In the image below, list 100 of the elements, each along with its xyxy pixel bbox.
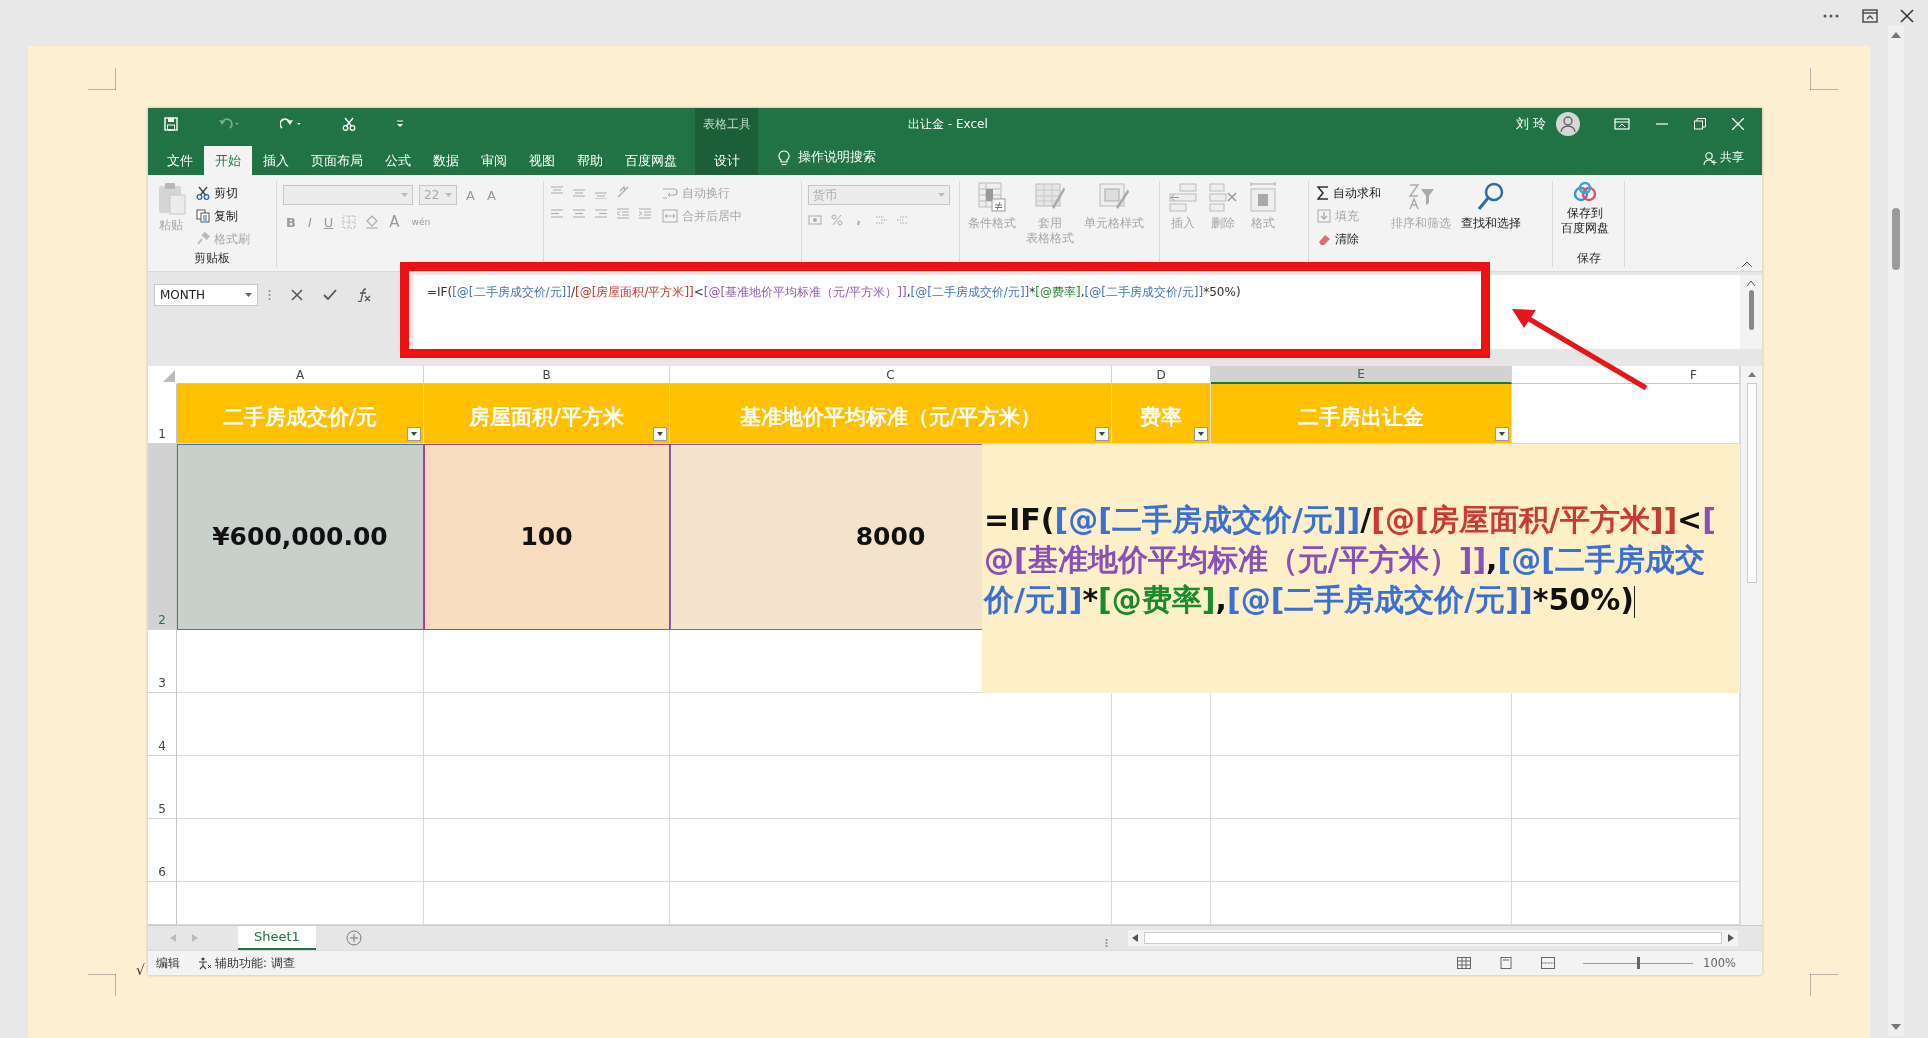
left-arrow-icon[interactable] xyxy=(1132,934,1138,942)
format-cells-icon xyxy=(1248,181,1278,213)
ribbon-button[interactable]: 剪切 xyxy=(194,183,252,203)
scrollbar[interactable] xyxy=(1888,26,1904,1036)
search-field[interactable]: 操作说明搜索 xyxy=(798,149,876,166)
scroll-thumb[interactable] xyxy=(1748,290,1754,330)
crop-mark xyxy=(1810,68,1838,90)
window-mode-icon[interactable] xyxy=(1862,9,1878,23)
ribbon-button[interactable]: 保存到 百度网盘 xyxy=(1559,181,1611,251)
scrollbar[interactable] xyxy=(1740,366,1762,925)
filter-button[interactable] xyxy=(1495,427,1509,441)
scissors-icon[interactable] xyxy=(342,117,356,131)
collapse-icon[interactable] xyxy=(1742,261,1752,267)
ribbon-display-icon[interactable] xyxy=(1614,118,1630,130)
status-text[interactable]: 辅助功能: 调查 xyxy=(215,955,295,971)
row-header[interactable]: 4 xyxy=(148,693,177,756)
column-header[interactable]: B xyxy=(424,366,670,384)
row-header[interactable]: 6 xyxy=(148,819,177,882)
column-header[interactable]: F xyxy=(1512,366,1740,384)
add-sheet-icon[interactable] xyxy=(345,930,362,946)
paint-bucket-icon[interactable] xyxy=(364,215,381,229)
redo-icon[interactable] xyxy=(280,117,302,131)
column-header[interactable]: E xyxy=(1211,366,1512,384)
ribbon-button[interactable]: 查找和选择 xyxy=(1459,181,1523,251)
column-header[interactable]: D xyxy=(1112,366,1211,384)
scissors-icon xyxy=(196,186,210,200)
name-box[interactable]: MONTH xyxy=(154,284,258,306)
ribbon-tab[interactable]: 百度网盘 xyxy=(614,146,688,175)
ribbon-button[interactable]: 清除 xyxy=(1315,229,1383,249)
customize-caret-icon[interactable] xyxy=(396,120,404,128)
ribbon-tab[interactable]: 开始 xyxy=(204,146,252,175)
page-layout-icon[interactable] xyxy=(1499,957,1514,969)
align-icon[interactable] xyxy=(572,207,588,221)
sheet-tab[interactable]: Sheet1 xyxy=(238,926,316,950)
crop-mark xyxy=(88,68,116,90)
font-name-field[interactable] xyxy=(283,185,413,205)
slider-thumb[interactable] xyxy=(1637,957,1641,969)
save-icon[interactable] xyxy=(164,117,178,131)
column-header[interactable]: C xyxy=(670,366,1112,384)
down-arrow-box-icon xyxy=(1317,209,1331,223)
row-header[interactable]: 1 xyxy=(148,384,177,444)
page-break-icon[interactable] xyxy=(1541,957,1556,969)
share-button[interactable]: 共享 xyxy=(1703,140,1744,175)
align-icon[interactable] xyxy=(594,207,610,221)
up-arrow-icon[interactable] xyxy=(1891,32,1901,38)
window-title: 出让金 - Excel xyxy=(908,115,988,133)
row-header[interactable]: 5 xyxy=(148,756,177,819)
normal-view-icon[interactable] xyxy=(1457,957,1472,969)
ribbon-tab[interactable]: 审阅 xyxy=(470,146,518,175)
eraser-icon xyxy=(1317,232,1331,246)
ribbon-button[interactable]: 复制 xyxy=(194,206,252,226)
scrollbar[interactable] xyxy=(1740,275,1762,349)
zoom-level[interactable]: 100% xyxy=(1703,956,1736,970)
undo-icon[interactable] xyxy=(218,117,240,131)
filter-button[interactable] xyxy=(653,427,667,441)
accessibility-icon[interactable] xyxy=(198,956,212,970)
scroll-thumb[interactable] xyxy=(1746,383,1757,583)
scroll-thumb[interactable] xyxy=(1892,208,1900,270)
more-icon[interactable] xyxy=(1822,13,1840,19)
row-header[interactable]: 3 xyxy=(148,630,177,693)
close-icon[interactable] xyxy=(1900,9,1914,23)
column-header[interactable]: A xyxy=(177,366,424,384)
person-icon xyxy=(1703,150,1717,165)
ribbon-tab[interactable]: 视图 xyxy=(518,146,566,175)
cancel-icon[interactable] xyxy=(291,289,303,301)
copy-icon xyxy=(196,209,210,223)
scrollbar[interactable] xyxy=(1128,930,1738,946)
align-icon[interactable] xyxy=(550,207,566,221)
group-label: 剪贴板 xyxy=(194,251,230,265)
avatar-icon[interactable] xyxy=(1556,112,1580,136)
search-icon xyxy=(1476,181,1506,213)
filter-button[interactable] xyxy=(407,427,421,441)
up-arrow-icon[interactable] xyxy=(1747,372,1756,377)
row-header[interactable]: 2 xyxy=(148,444,177,630)
conditional-format-icon xyxy=(977,181,1007,213)
insert-cells-icon xyxy=(1168,181,1198,213)
check-icon[interactable] xyxy=(323,289,337,301)
lightbulb-icon[interactable] xyxy=(778,149,790,166)
brush-icon xyxy=(196,232,210,246)
ribbon-tab[interactable]: 数据 xyxy=(422,146,470,175)
scroll-thumb[interactable] xyxy=(1144,932,1722,944)
ribbon-tab[interactable]: 设计 xyxy=(695,140,758,175)
caret-icon xyxy=(938,193,945,197)
ribbon-tab[interactable]: 文件 xyxy=(156,146,204,175)
ribbon-tab[interactable]: 插入 xyxy=(252,146,300,175)
down-arrow-icon[interactable] xyxy=(1891,1024,1901,1030)
function-icon[interactable] xyxy=(357,288,371,302)
ribbon-button[interactable]: 自动求和 xyxy=(1315,183,1383,203)
filter-button[interactable] xyxy=(1194,427,1208,441)
ribbon-tab[interactable]: 页面布局 xyxy=(300,146,374,175)
right-arrow-icon[interactable] xyxy=(1728,934,1734,942)
restore-icon[interactable] xyxy=(1694,118,1706,130)
ribbon-tab[interactable]: 帮助 xyxy=(566,146,614,175)
cell-editor[interactable]: =IF([@[二手房成交价/元]]/[@[房屋面积/平方米]]<[@[基准地价平均标准（元/平方米）]],[@[二手房成交价/元]]*[@费率],[@[二手房成交价/元]]*50%) xyxy=(982,444,1740,693)
splitter-icon xyxy=(268,289,271,301)
filter-button[interactable] xyxy=(1095,427,1109,441)
ribbon-tab[interactable]: 公式 xyxy=(374,146,422,175)
crop-mark xyxy=(88,974,116,996)
table-header: 房屋面积/平方米 xyxy=(469,403,624,431)
formula-field[interactable]: =IF([@[二手房成交价/元]]/[@[房屋面积/平方米]]<[@[基准地价平均标准（元/平方米）]],[@[二手房成交价/元]]*[@费率],[@[二手房成交价/元]]*50%) xyxy=(413,275,1740,349)
